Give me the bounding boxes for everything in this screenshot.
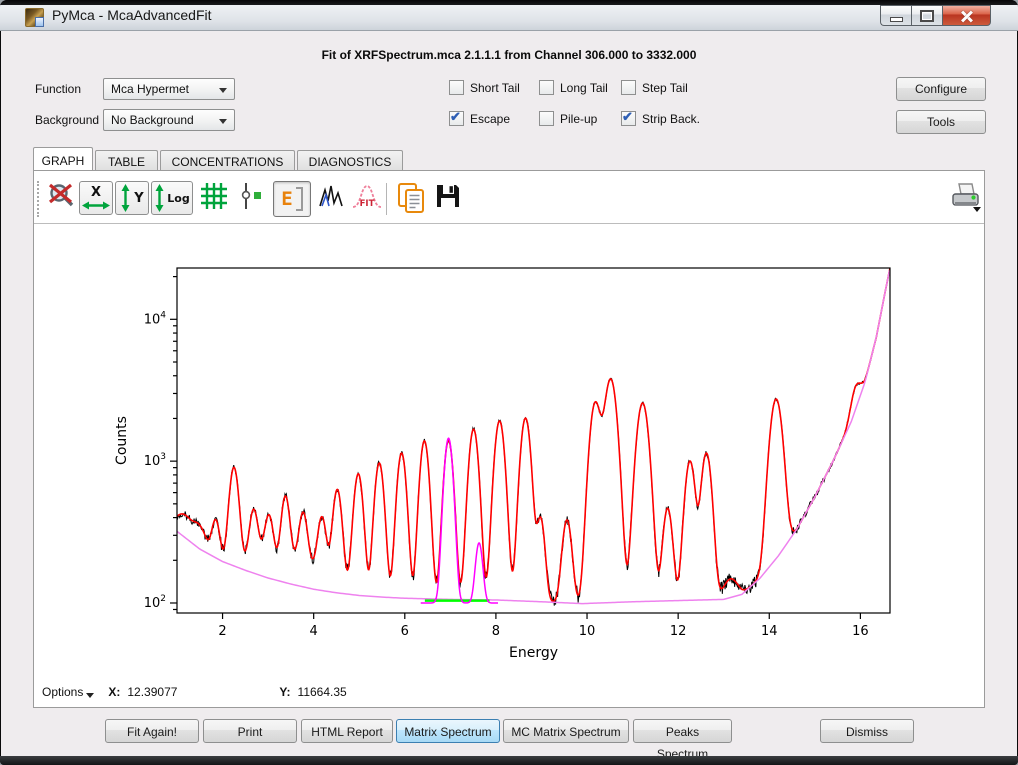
minimize-icon bbox=[890, 17, 903, 22]
y-axis-title: Counts bbox=[114, 416, 130, 465]
mc-matrix-spectrum-button[interactable]: MC Matrix Spectrum bbox=[503, 719, 629, 743]
close-button[interactable] bbox=[942, 5, 991, 26]
checkbox-short-tail[interactable]: ✔Short Tail bbox=[449, 80, 520, 95]
grid-icon bbox=[199, 181, 229, 211]
grid-toggle-button[interactable] bbox=[199, 181, 229, 211]
x-tick-label: 14 bbox=[761, 624, 778, 639]
spectrum-plot[interactable]: 2 4 6 8 10 12 14 16 102 103 104 Energy Counts bbox=[34, 224, 984, 694]
log-arrow-icon bbox=[154, 184, 165, 212]
fit-again-button[interactable]: Fit Again! bbox=[105, 719, 199, 743]
x-tick-label: 2 bbox=[218, 624, 226, 639]
tab-diagnostics[interactable]: DIAGNOSTICS bbox=[297, 150, 403, 170]
tools-button[interactable]: Tools bbox=[896, 110, 986, 134]
peak-markers-icon bbox=[237, 181, 267, 211]
x-tick-label: 16 bbox=[852, 624, 869, 639]
cursor-y-value: 11664.35 bbox=[298, 685, 347, 699]
x-tick-label: 6 bbox=[401, 624, 409, 639]
html-report-button[interactable]: HTML Report bbox=[301, 719, 393, 743]
dialog-content: Fit of XRFSpectrum.mca 2.1.1.1 from Chan… bbox=[2, 30, 1016, 755]
checkbox-strip-back[interactable]: ✔Strip Back. bbox=[621, 111, 700, 126]
cursor-y-label: Y: bbox=[279, 685, 290, 699]
window-title: PyMca - McaAdvancedFit bbox=[52, 7, 212, 23]
function-label: Function bbox=[35, 82, 81, 96]
print-plot-button[interactable] bbox=[946, 181, 984, 215]
x-autoscale-button[interactable]: X bbox=[79, 181, 113, 215]
x-tick-label: 4 bbox=[310, 624, 318, 639]
toolbar-separator bbox=[386, 183, 387, 215]
tab-table[interactable]: TABLE bbox=[95, 150, 158, 170]
x-tick-label: 8 bbox=[492, 624, 500, 639]
cursor-x-value: 12.39077 bbox=[127, 685, 177, 699]
fit-title: Fit of XRFSpectrum.mca 2.1.1.1 from Chan… bbox=[2, 48, 1016, 62]
matrix-spectrum-button[interactable]: Matrix Spectrum bbox=[396, 719, 500, 743]
background-value: No Background bbox=[111, 113, 194, 127]
copy-plot-button[interactable] bbox=[394, 181, 428, 215]
x-tick-label: 10 bbox=[579, 624, 596, 639]
checkbox-pile-up[interactable]: ✔Pile-up bbox=[539, 111, 597, 126]
log-scale-button[interactable]: Log bbox=[151, 181, 193, 215]
window-controls bbox=[880, 5, 991, 24]
clipboard-copy-icon bbox=[394, 181, 428, 215]
x-tick-label: 12 bbox=[670, 624, 687, 639]
peaks-spectrum-button[interactable]: Peaks Spectrum bbox=[633, 719, 732, 743]
status-bar: Options X: 12.39077 Y: 11664.35 bbox=[42, 683, 347, 701]
checkbox-step-tail[interactable]: ✔Step Tail bbox=[621, 80, 688, 95]
maximize-button[interactable] bbox=[911, 5, 942, 26]
tab-graph[interactable]: GRAPH bbox=[33, 147, 93, 170]
zoom-reset-icon bbox=[46, 181, 78, 213]
function-value: Mca Hypermet bbox=[111, 82, 189, 96]
chevron-down-icon bbox=[219, 119, 227, 124]
y-tick-label: 103 bbox=[144, 452, 166, 469]
bracket-icon bbox=[296, 187, 303, 211]
pymca-logo-icon bbox=[25, 8, 44, 27]
checkbox-box: ✔ bbox=[621, 80, 636, 95]
tab-concentrations[interactable]: CONCENTRATIONS bbox=[160, 150, 295, 170]
fit-view-button[interactable]: FIT bbox=[351, 181, 383, 211]
y-arrows-icon bbox=[120, 184, 131, 212]
function-select[interactable]: Mca Hypermet bbox=[103, 78, 235, 100]
y-tick-label: 102 bbox=[144, 594, 166, 611]
cursor-x-label: X: bbox=[108, 685, 120, 699]
print-button[interactable]: Print bbox=[203, 719, 297, 743]
save-button[interactable] bbox=[433, 181, 463, 211]
background-select[interactable]: No Background bbox=[103, 109, 235, 131]
y-tick-label: 104 bbox=[144, 310, 167, 327]
background-label: Background bbox=[35, 113, 99, 127]
options-menu[interactable]: Options bbox=[42, 685, 83, 699]
dismiss-button[interactable]: Dismiss bbox=[820, 719, 914, 743]
options-arrow-icon bbox=[86, 693, 94, 698]
window-bottom-border bbox=[0, 756, 1018, 765]
checkbox-box: ✔ bbox=[539, 111, 554, 126]
spectrum-icon bbox=[318, 181, 348, 211]
checkbox-box: ✔ bbox=[539, 80, 554, 95]
configure-button[interactable]: Configure bbox=[896, 77, 986, 101]
energy-axis-button[interactable]: E bbox=[273, 181, 311, 217]
minimize-button[interactable] bbox=[880, 5, 911, 26]
plot-toolbar: X Y bbox=[34, 175, 984, 224]
checkbox-long-tail[interactable]: ✔Long Tail bbox=[539, 80, 608, 95]
svg-text:FIT: FIT bbox=[360, 199, 375, 209]
zoom-reset-button[interactable] bbox=[46, 181, 78, 213]
graph-tab-pane: X Y bbox=[33, 170, 985, 708]
spectrum-view-button[interactable] bbox=[318, 181, 348, 211]
fit-icon: FIT bbox=[351, 181, 383, 211]
y-autoscale-button[interactable]: Y bbox=[115, 181, 149, 215]
printer-icon bbox=[946, 181, 984, 215]
checkbox-box: ✔ bbox=[449, 111, 464, 126]
pymca-window: PyMca - McaAdvancedFit Fit of XRFSpectru… bbox=[0, 0, 1018, 765]
x-arrows-icon bbox=[82, 200, 110, 211]
chevron-down-icon bbox=[219, 88, 227, 93]
checkbox-box: ✔ bbox=[621, 111, 636, 126]
checkbox-escape[interactable]: ✔Escape bbox=[449, 111, 510, 126]
x-axis-title: Energy bbox=[509, 645, 558, 661]
maximize-icon bbox=[920, 10, 934, 22]
title-bar[interactable]: PyMca - McaAdvancedFit bbox=[0, 0, 1018, 31]
toolbar-drag-handle[interactable] bbox=[37, 181, 43, 217]
close-icon bbox=[960, 9, 974, 23]
checkbox-box: ✔ bbox=[449, 80, 464, 95]
peak-markers-button[interactable] bbox=[237, 181, 267, 211]
floppy-save-icon bbox=[433, 181, 463, 211]
